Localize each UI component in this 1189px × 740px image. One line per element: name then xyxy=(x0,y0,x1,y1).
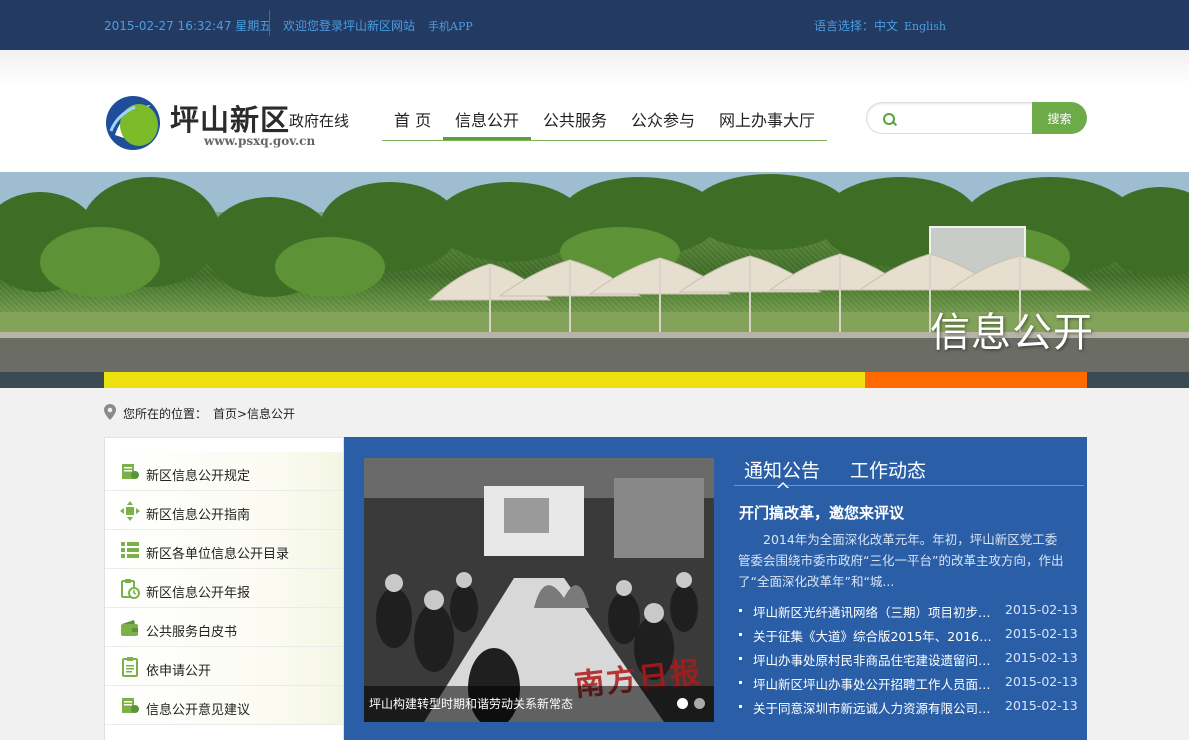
news-date: 2015-02-13 xyxy=(1005,650,1078,665)
featured-headline[interactable]: 开门搞改革，邀您来评议 xyxy=(739,502,904,523)
sidebar-item-label: 新区信息公开规定 xyxy=(146,469,251,484)
language-chinese-link[interactable]: 中文 xyxy=(874,19,898,33)
search-button[interactable]: 搜索 xyxy=(1032,102,1087,134)
sidebar-item-label: 新区信息公开年报 xyxy=(146,586,251,601)
tab-active-caret-inner xyxy=(778,484,788,489)
list-item[interactable]: 坪山办事处原村民非商品住宅建设遗留问题处理 2015-02-13 xyxy=(738,648,1078,670)
list-icon xyxy=(121,542,139,558)
search-box xyxy=(866,102,1034,134)
news-date: 2015-02-13 xyxy=(1005,698,1078,713)
list-item[interactable]: 坪山新区坪山办事处公开招聘工作人员面试公告 2015-02-13 xyxy=(738,672,1078,694)
slide-dot-1[interactable] xyxy=(677,698,688,709)
sidebar: 新区信息公开规定 新区信息公开指南 新区各单位信息公开目录 新区信息公开年报 公… xyxy=(104,437,344,740)
news-title[interactable]: 关于同意深圳市新远诚人力资源有限公司设立登记 xyxy=(753,698,993,717)
sidebar-item-feedback[interactable]: 信息公开意见建议 xyxy=(105,686,343,725)
search-icon xyxy=(883,113,895,125)
tab-work-updates[interactable]: 工作动态 xyxy=(850,456,926,483)
sidebar-item-white-paper[interactable]: 公共服务白皮书 xyxy=(105,608,343,647)
news-title[interactable]: 坪山新区坪山办事处公开招聘工作人员面试公告 xyxy=(753,674,993,693)
featured-summary: 2014年为全面深化改革元年。年初，坪山新区党工委管委会围绕市委市政府“三化一平… xyxy=(738,532,1064,589)
datetime-text: 2015-02-27 16:32:47 星期五 xyxy=(104,19,272,33)
sidebar-item-disclosure-rules[interactable]: 新区信息公开规定 xyxy=(105,452,343,491)
bullet xyxy=(739,657,742,660)
news-date: 2015-02-13 xyxy=(1005,626,1078,641)
search-bar: 搜索 xyxy=(866,102,1087,134)
sidebar-item-label: 公共服务白皮书 xyxy=(146,625,238,640)
wallet-icon xyxy=(121,620,138,636)
site-header: 坪山新区 政府在线 www.psxq.gov.cn 首 页 信息公开 公共服务 … xyxy=(0,50,1189,172)
nav-info-disclosure[interactable]: 信息公开 xyxy=(455,107,519,131)
nav-active-indicator xyxy=(443,137,531,140)
logo-emblem-icon[interactable] xyxy=(105,95,161,151)
logo-subtitle: 政府在线 xyxy=(289,112,350,130)
nav-public-participation[interactable]: 公众参与 xyxy=(631,107,695,131)
slideshow-caption[interactable]: 坪山构建转型时期和谐劳动关系新常态 xyxy=(369,695,573,712)
tab-notices[interactable]: 通知公告 xyxy=(744,456,820,483)
breadcrumb-path[interactable]: 首页>信息公开 xyxy=(213,405,295,422)
language-label: 语言选择： xyxy=(814,19,875,33)
bullet xyxy=(739,681,742,684)
list-item[interactable]: 关于同意深圳市新远诚人力资源有限公司设立登记 2015-02-13 xyxy=(738,696,1078,718)
news-date: 2015-02-13 xyxy=(1005,674,1078,689)
mobile-app-link[interactable]: 手机APP xyxy=(428,18,473,34)
banner-strip-orange xyxy=(865,372,1087,388)
document-icon xyxy=(122,464,139,479)
nav-online-service-hall[interactable]: 网上办事大厅 xyxy=(719,107,815,131)
banner-title: 信息公开 xyxy=(930,310,1094,356)
sidebar-item-label: 新区各单位信息公开目录 xyxy=(146,547,290,562)
news-title[interactable]: 坪山办事处原村民非商品住宅建设遗留问题处理 xyxy=(753,650,993,669)
sidebar-item-annual-report[interactable]: 新区信息公开年报 xyxy=(105,569,343,608)
bullet xyxy=(739,705,742,708)
sidebar-item-unit-catalog[interactable]: 新区各单位信息公开目录 xyxy=(105,530,343,569)
news-title[interactable]: 坪山新区光纤通讯网络（三期）项目初步设计方案 xyxy=(753,602,993,621)
language-selector: 语言选择：中文 English xyxy=(814,17,946,34)
banner-strip-yellow xyxy=(104,372,865,388)
report-clock-icon xyxy=(121,579,140,599)
sidebar-item-apply-disclosure[interactable]: 依申请公开 xyxy=(105,647,343,686)
welcome-link[interactable]: 欢迎您登录坪山新区网站 xyxy=(283,17,415,34)
nav-public-service[interactable]: 公共服务 xyxy=(543,107,607,131)
sidebar-item-label: 信息公开意见建议 xyxy=(146,703,251,718)
topbar-divider xyxy=(269,10,270,36)
content-panel: 南方日报 坪山构建转型时期和谐劳动关系新常态 通知公告 工作动态 开门搞改革，邀… xyxy=(344,437,1087,740)
feedback-icon xyxy=(122,698,139,713)
sidebar-item-label: 依申请公开 xyxy=(146,664,212,679)
language-english-link[interactable]: English xyxy=(904,20,946,33)
location-pin-icon xyxy=(104,404,116,420)
sidebar-item-label: 新区信息公开指南 xyxy=(146,508,251,523)
main-nav: 首 页 信息公开 公共服务 公众参与 网上办事大厅 xyxy=(382,102,827,141)
logo-name: 坪山新区 xyxy=(170,103,291,137)
nav-home[interactable]: 首 页 xyxy=(394,107,431,131)
news-slideshow[interactable]: 南方日报 坪山构建转型时期和谐劳动关系新常态 xyxy=(364,458,714,722)
breadcrumb-label: 您所在的位置： xyxy=(123,407,208,421)
slide-dot-2[interactable] xyxy=(694,698,705,709)
logo-url: www.psxq.gov.cn xyxy=(204,134,316,148)
clipboard-icon xyxy=(122,657,138,677)
news-title[interactable]: 关于征集《大道》综合版2015年、2016年采编服务 xyxy=(753,626,993,645)
compass-arrows-icon xyxy=(120,501,140,521)
search-input[interactable] xyxy=(903,109,1029,129)
list-item[interactable]: 坪山新区光纤通讯网络（三期）项目初步设计方案 2015-02-13 xyxy=(738,600,1078,622)
sidebar-item-disclosure-guide[interactable]: 新区信息公开指南 xyxy=(105,491,343,530)
bullet xyxy=(739,633,742,636)
news-date: 2015-02-13 xyxy=(1005,602,1078,617)
bullet xyxy=(739,609,742,612)
hero-banner: 信息公开 xyxy=(0,172,1189,388)
top-bar: 2015-02-27 16:32:47 星期五 欢迎您登录坪山新区网站 手机AP… xyxy=(0,0,1189,50)
list-item[interactable]: 关于征集《大道》综合版2015年、2016年采编服务 2015-02-13 xyxy=(738,624,1078,646)
